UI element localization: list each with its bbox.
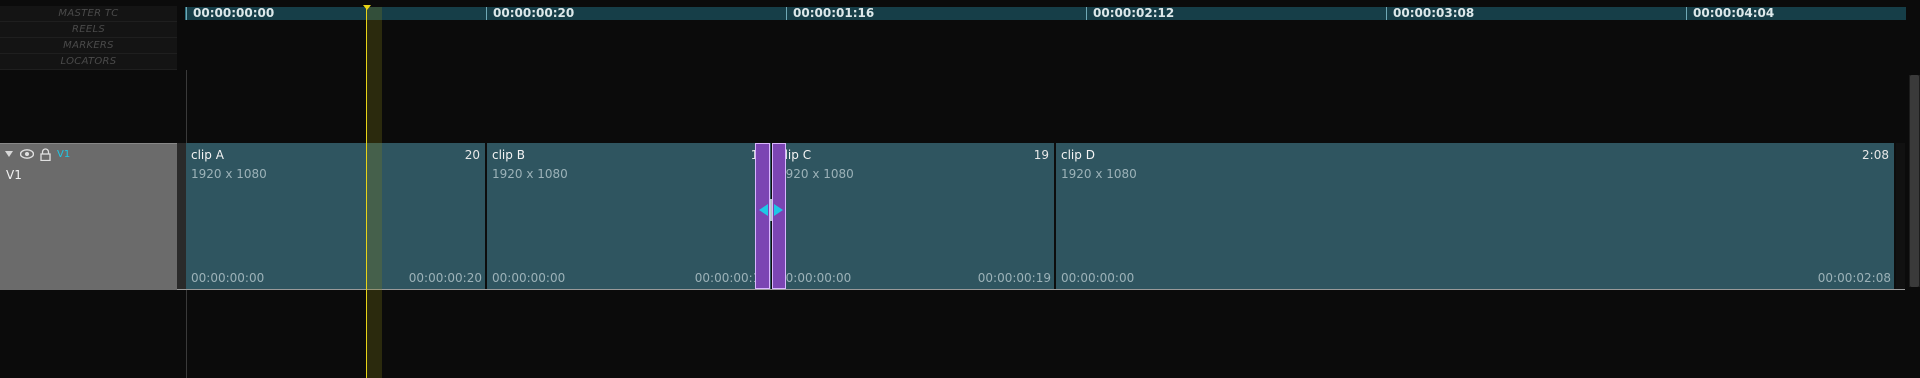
ruler-tick: 00:00:04:04 bbox=[1686, 7, 1774, 20]
eye-icon[interactable] bbox=[20, 149, 34, 159]
clip-tc-in: 00:00:00:00 bbox=[492, 271, 566, 285]
clip-name: clip A bbox=[191, 148, 224, 162]
timeline-clip-d[interactable]: clip D 2:08 1920 x 1080 00:00:00:00 00:0… bbox=[1056, 143, 1896, 289]
expand-arrow-icon[interactable] bbox=[4, 150, 14, 158]
track-name: V1 bbox=[6, 168, 22, 182]
track-header-gap bbox=[177, 143, 186, 289]
clip-name: clip D bbox=[1061, 148, 1095, 162]
scrollbar-thumb[interactable] bbox=[1910, 75, 1919, 287]
ruler-tick: 00:00:02:12 bbox=[1086, 7, 1174, 20]
playhead-frame-highlight bbox=[367, 7, 382, 378]
track-name-small: V1 bbox=[57, 148, 71, 160]
track-header-v1[interactable]: V1 V1 bbox=[0, 143, 177, 290]
clip-duration: 19 bbox=[1033, 148, 1049, 162]
clip-resolution: 1920 x 1080 bbox=[492, 167, 568, 181]
clip-tc-out: 00:00:00:20 bbox=[408, 271, 482, 285]
clip-tc-out: 00:00:02:08 bbox=[1817, 271, 1891, 285]
markers-label: MARKERS bbox=[0, 38, 177, 54]
locators-label: LOCATORS bbox=[0, 54, 177, 70]
clip-resolution: 1920 x 1080 bbox=[778, 167, 854, 181]
clip-tc-in: 00:00:00:00 bbox=[1061, 271, 1135, 285]
master-tc-label: MASTER TC bbox=[0, 6, 177, 22]
ruler-tick: 00:00:01:16 bbox=[786, 7, 874, 20]
timeline-clip-a[interactable]: clip A 20 1920 x 1080 00:00:00:00 00:00:… bbox=[186, 143, 487, 289]
playhead-marker-icon[interactable] bbox=[363, 5, 371, 10]
clip-tc-in: 00:00:00:00 bbox=[191, 271, 265, 285]
roll-trim-cursor-icon bbox=[759, 199, 783, 221]
track-bottom-border bbox=[177, 289, 1905, 290]
clip-resolution: 1920 x 1080 bbox=[191, 167, 267, 181]
ruler-tick: 00:00:03:08 bbox=[1386, 7, 1474, 20]
clip-duration: 2:08 bbox=[1862, 148, 1889, 162]
track-header-controls: V1 bbox=[4, 147, 70, 161]
clip-duration: 20 bbox=[464, 148, 480, 162]
timecode-ruler[interactable]: 00:00:00:00 00:00:00:20 00:00:01:16 00:0… bbox=[185, 7, 1906, 20]
reels-label: REELS bbox=[0, 22, 177, 38]
timeline-header-labels: MASTER TC REELS MARKERS LOCATORS bbox=[0, 6, 177, 70]
timeline-clip-c[interactable]: clip C 19 1920 x 1080 00:00:00:00 00:00:… bbox=[773, 143, 1056, 289]
clip-resolution: 1920 x 1080 bbox=[1061, 167, 1137, 181]
lock-icon[interactable] bbox=[40, 147, 51, 161]
timeline-clip-b[interactable]: clip B 19 1920 x 1080 00:00:00:00 00:00:… bbox=[487, 143, 773, 289]
playhead[interactable] bbox=[366, 7, 367, 378]
ruler-tick: 00:00:00:00 bbox=[186, 7, 274, 20]
clip-name: clip B bbox=[492, 148, 525, 162]
clip-tc-out: 00:00:00:19 bbox=[977, 271, 1051, 285]
clip-tc-in: 00:00:00:00 bbox=[778, 271, 852, 285]
ruler-tick: 00:00:00:20 bbox=[486, 7, 574, 20]
